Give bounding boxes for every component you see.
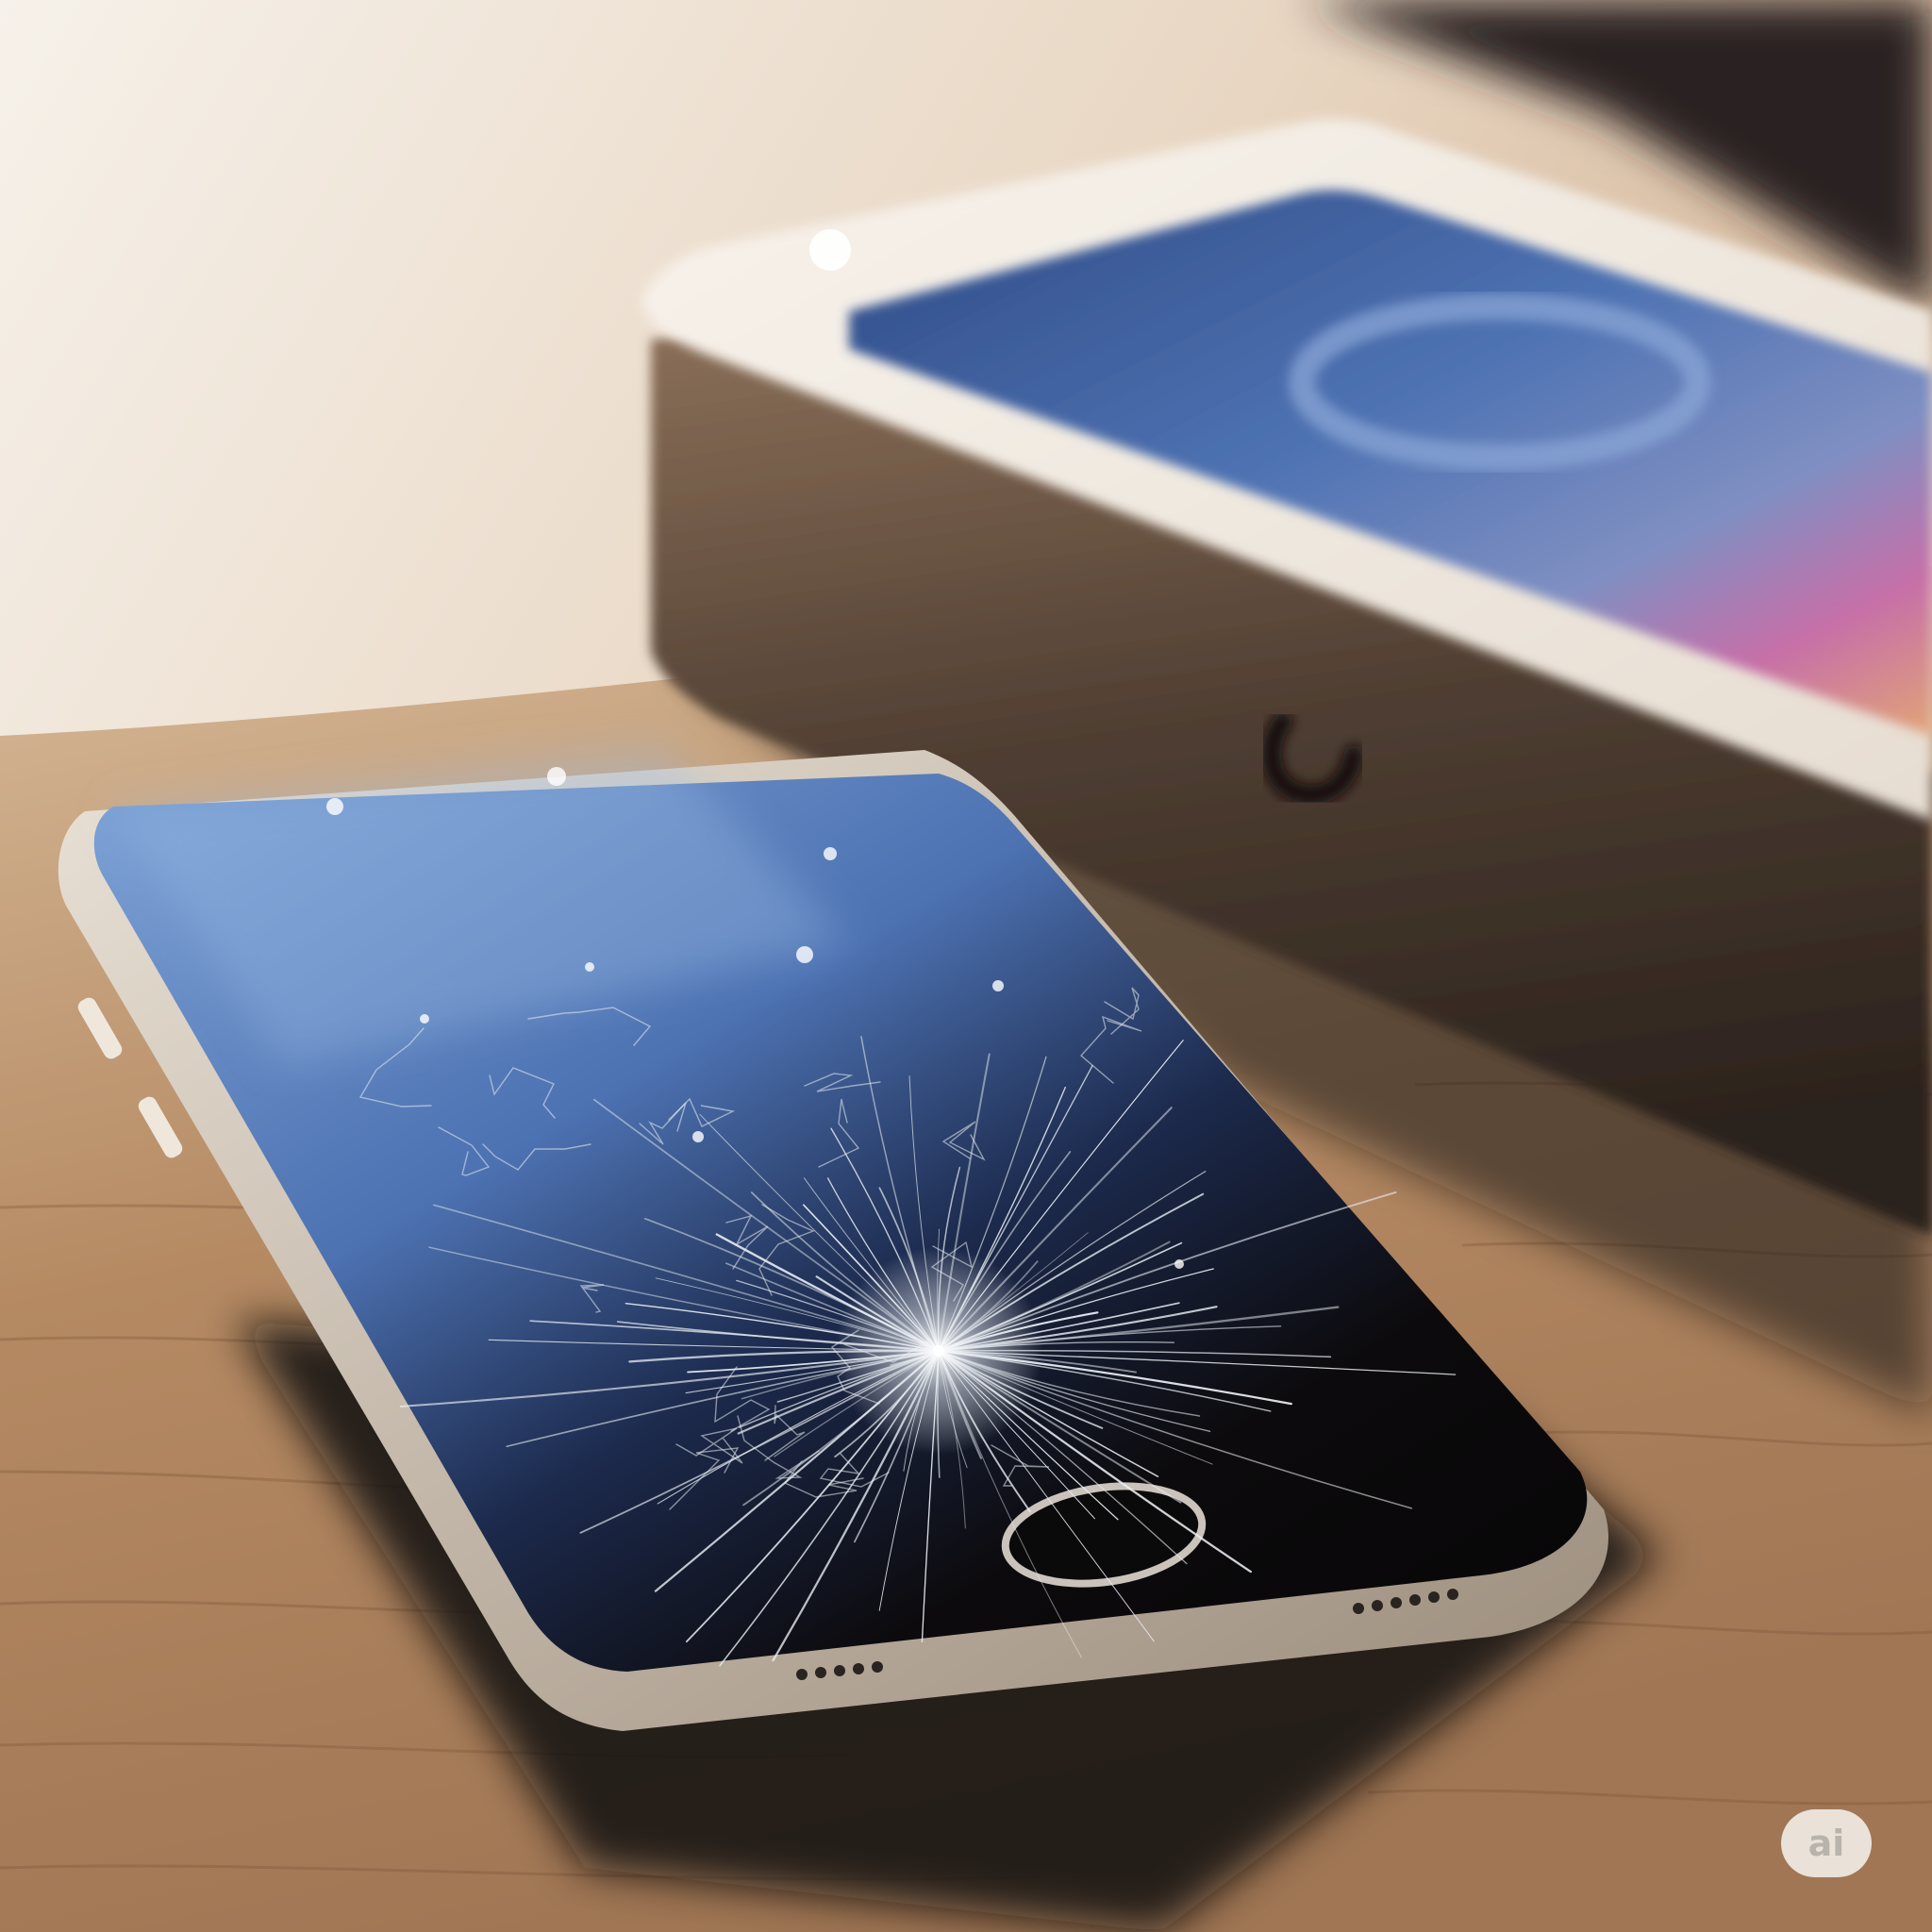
ai-badge-icon: ai <box>1781 1809 1872 1877</box>
watermark-text: ai <box>1807 1823 1845 1864</box>
photo-scene <box>0 0 1932 1932</box>
impact-center <box>933 1345 944 1357</box>
